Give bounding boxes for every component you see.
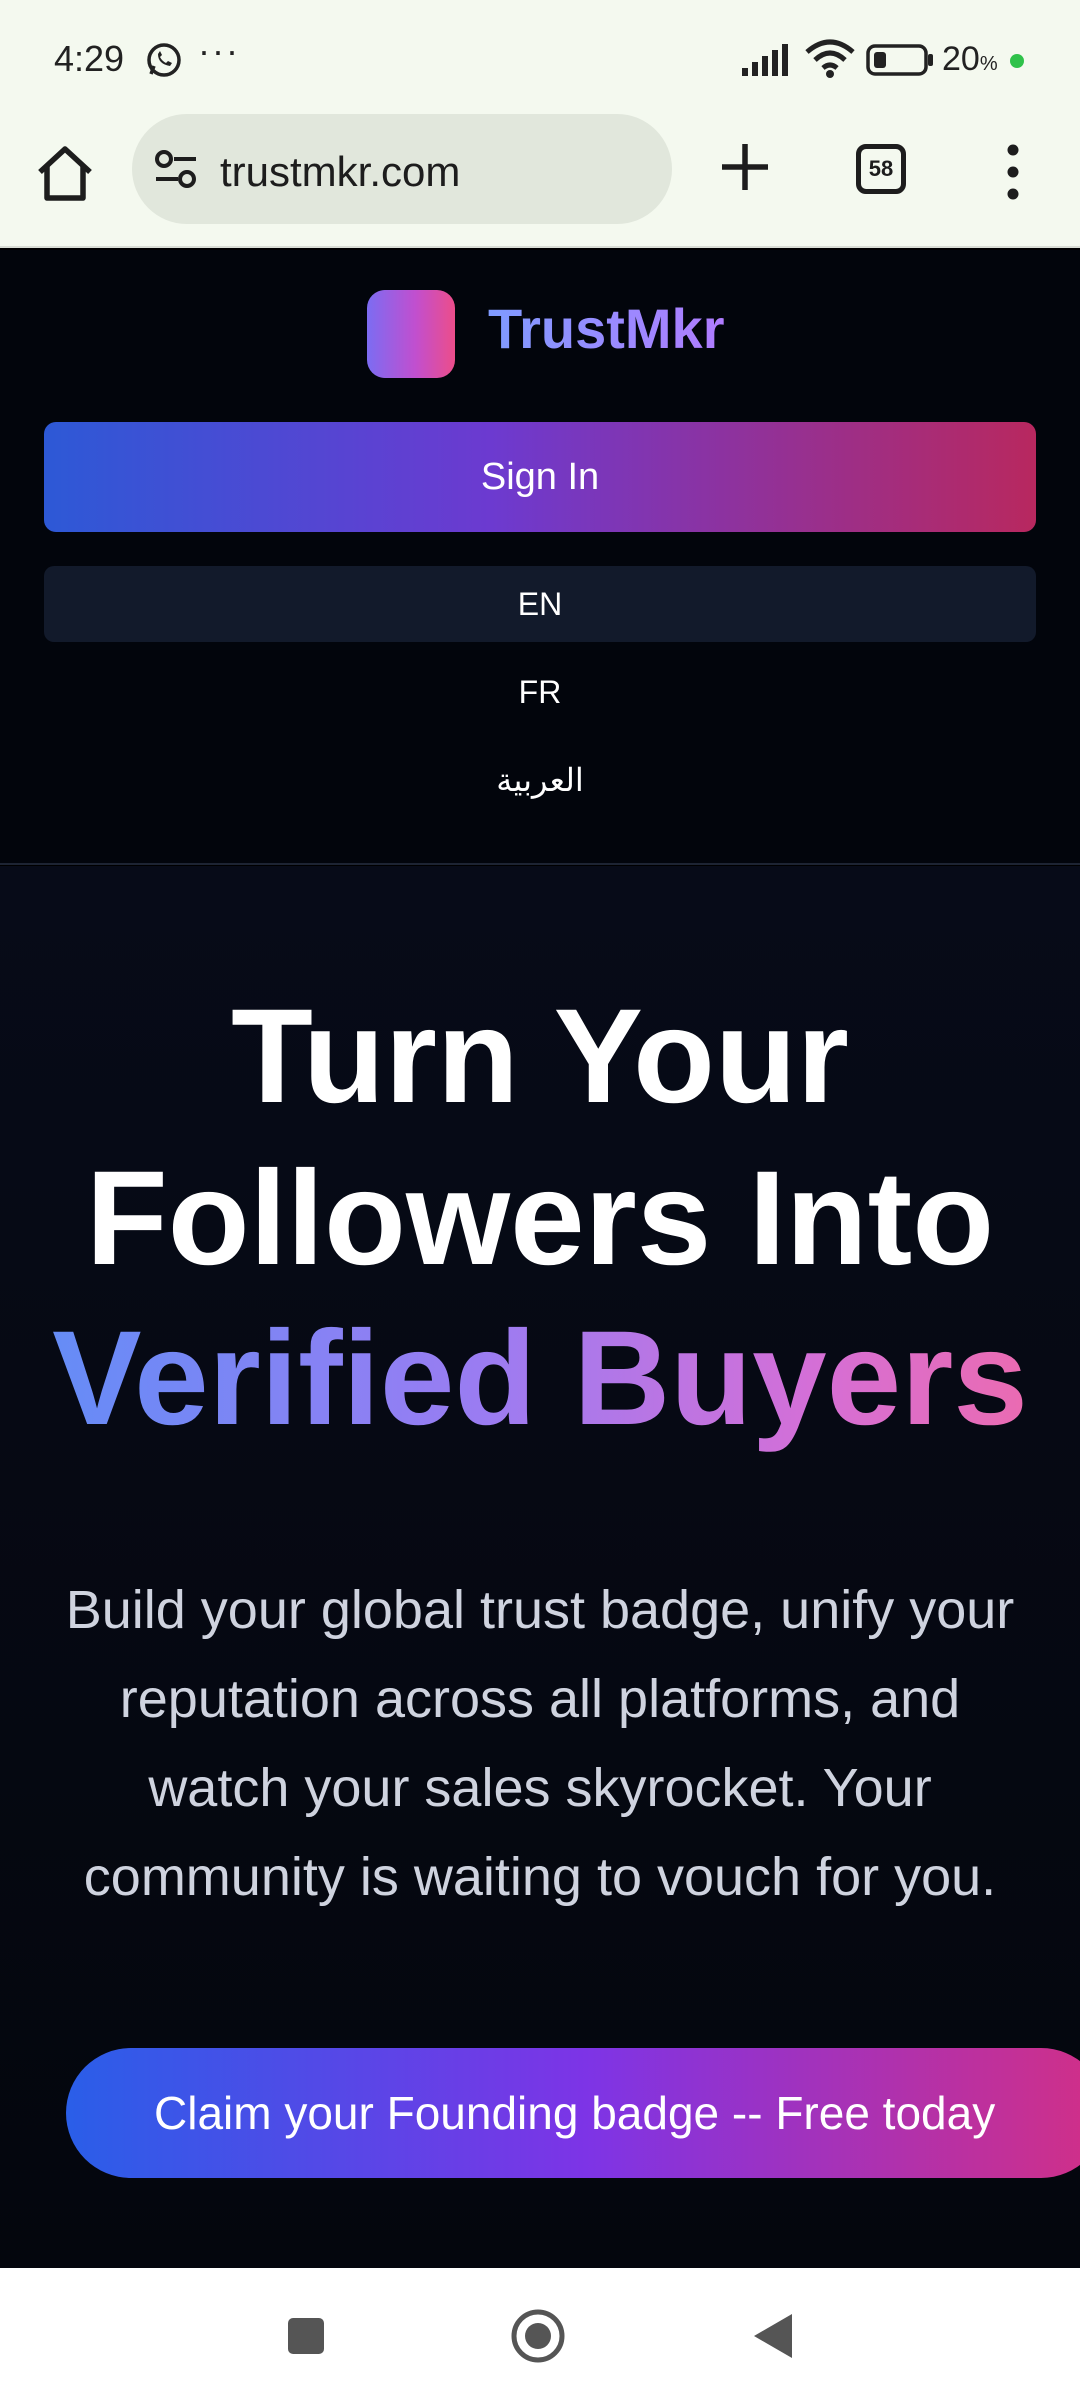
battery-icon (866, 44, 933, 76)
whatsapp-icon (147, 43, 181, 77)
language-option-fr[interactable]: FR (44, 654, 1036, 730)
hero-subtitle: Build your global trust badge, unify you… (65, 1580, 1015, 1907)
hero-title-line1: Turn Your (231, 982, 849, 1131)
new-tab-icon[interactable] (718, 140, 772, 194)
battery-status-dot (1010, 54, 1024, 68)
system-nav-bar (0, 2268, 1080, 2400)
hero-title: Turn Your Followers Into (0, 976, 1080, 1300)
home-icon[interactable] (34, 142, 96, 204)
site-header: TrustMkr Sign In EN FR العربية (0, 250, 1080, 865)
brand-logo[interactable] (367, 290, 455, 378)
battery-percent: 20% (942, 40, 998, 78)
language-option-ar[interactable]: العربية (44, 742, 1036, 818)
status-time: 4:29 (54, 38, 125, 79)
more-notifications-indicator: ··· (198, 30, 240, 71)
url-text[interactable]: trustmkr.com (220, 148, 460, 196)
more-menu-icon[interactable] (998, 144, 1028, 200)
status-bar: 4:29 ··· 20% (0, 0, 1080, 110)
tab-switcher-button[interactable]: 58 (856, 144, 906, 194)
recents-square-icon[interactable] (286, 2316, 326, 2356)
hero-section: Turn Your Followers Into Verified Buyers… (0, 866, 1080, 2268)
hero-title-accent: Verified Buyers (0, 1298, 1080, 1460)
language-option-en[interactable]: EN (44, 566, 1036, 642)
address-bar[interactable]: trustmkr.com (132, 114, 672, 224)
brand-name[interactable]: TrustMkr (488, 296, 725, 361)
claim-badge-button[interactable]: Claim your Founding badge -- Free today (66, 2048, 1080, 2178)
home-circle-icon[interactable] (510, 2308, 566, 2364)
browser-toolbar: trustmkr.com 58 (0, 110, 1080, 248)
back-triangle-icon[interactable] (752, 2312, 794, 2360)
sign-in-button[interactable]: Sign In (44, 422, 1036, 532)
wifi-icon (805, 39, 855, 78)
site-settings-icon[interactable] (154, 148, 198, 190)
hero-title-line2: Followers Into (85, 1144, 995, 1293)
signal-icon (742, 44, 788, 76)
